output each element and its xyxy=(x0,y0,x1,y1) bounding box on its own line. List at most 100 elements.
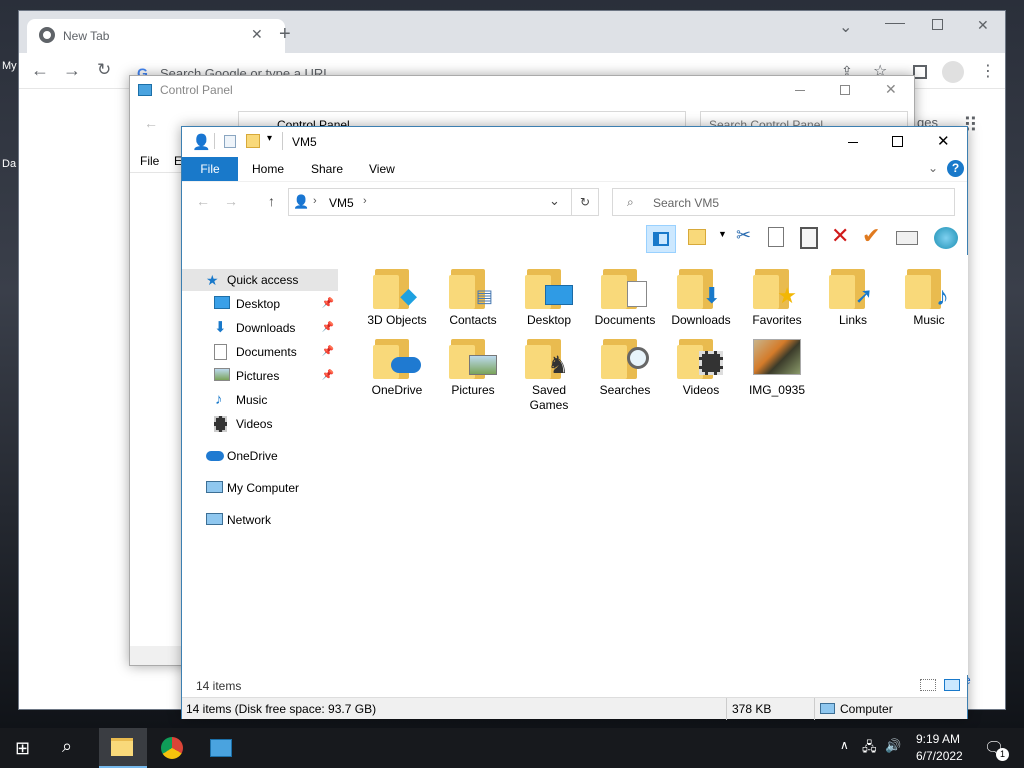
folder-icon: ▤ xyxy=(449,265,497,309)
properties-icon[interactable] xyxy=(224,135,236,148)
close-window-icon[interactable]: ✕ xyxy=(977,17,989,34)
file-item-pictures[interactable]: Pictures xyxy=(438,335,508,398)
maximize-icon[interactable] xyxy=(840,85,850,95)
new-tab-plus-icon[interactable]: + xyxy=(279,23,291,46)
close-icon[interactable]: ✕ xyxy=(251,26,263,43)
pin-icon[interactable]: 📌 xyxy=(322,293,334,315)
file-item-label: Saved Games xyxy=(529,383,569,412)
file-item-img-0935[interactable]: IMG_0935 xyxy=(742,335,812,398)
user-icon: 👤 xyxy=(293,194,310,209)
file-item-saved-games[interactable]: ♞ Saved Games xyxy=(514,335,584,413)
address-dropdown-icon[interactable]: ⌄ xyxy=(549,193,560,209)
control-panel-icon[interactable] xyxy=(210,739,232,757)
clock-date[interactable]: 6/7/2022 xyxy=(916,749,963,763)
pin-icon[interactable]: 📌 xyxy=(322,317,334,339)
chrome-tab-new-tab[interactable]: New Tab ✕ xyxy=(27,19,285,53)
pin-icon[interactable]: 📌 xyxy=(322,365,334,387)
file-item-onedrive[interactable]: OneDrive xyxy=(362,335,432,398)
file-item-links[interactable]: ➚ Links xyxy=(818,265,888,328)
nav-item-pictures[interactable]: Pictures 📌 xyxy=(182,365,338,387)
forward-arrow-icon[interactable]: → xyxy=(63,60,81,81)
large-icons-view-icon[interactable] xyxy=(944,679,960,691)
chevron-down-icon[interactable]: ⌄ xyxy=(839,17,852,37)
file-item-music[interactable]: ♪ Music xyxy=(894,265,964,328)
nav-item-onedrive[interactable]: OneDrive xyxy=(182,445,338,467)
cut-scissors-icon[interactable]: ✂ xyxy=(736,225,751,246)
back-arrow-icon[interactable]: ← xyxy=(31,60,49,81)
minimize-icon[interactable] xyxy=(795,90,805,91)
menu-file[interactable]: File xyxy=(140,154,159,168)
checkmark-icon[interactable]: ✔ xyxy=(862,223,880,249)
up-arrow-icon[interactable]: ↑ xyxy=(268,193,275,209)
side-panel-icon[interactable] xyxy=(913,65,927,79)
user-icon: 👤 xyxy=(192,134,211,151)
file-item-favorites[interactable]: ★ Favorites xyxy=(742,265,812,328)
file-item-desktop[interactable]: Desktop xyxy=(514,265,584,328)
network-tray-icon[interactable]: 🖧 xyxy=(862,738,877,760)
close-icon[interactable]: ✕ xyxy=(885,81,897,98)
file-item-label: Contacts xyxy=(449,313,497,327)
back-arrow-icon[interactable]: ← xyxy=(144,115,158,131)
file-item-documents[interactable]: Documents xyxy=(590,265,660,328)
reload-icon[interactable]: ↻ xyxy=(97,60,111,80)
ribbon-tab-view[interactable]: View xyxy=(369,157,395,181)
file-item-3d-objects[interactable]: ◆ 3D Objects xyxy=(362,265,432,328)
nav-item-documents[interactable]: Documents 📌 xyxy=(182,341,338,363)
menu-dots-icon[interactable]: ⋮ xyxy=(980,61,996,81)
maximize-icon[interactable] xyxy=(932,19,943,30)
download-arrow-icon: ⬇ xyxy=(702,283,721,308)
rename-icon[interactable] xyxy=(896,231,918,245)
nav-item-network[interactable]: Network xyxy=(182,509,338,531)
ribbon-expand-chevron-icon[interactable]: ⌄ xyxy=(928,161,938,175)
nav-label: Desktop xyxy=(236,297,281,311)
show-hidden-icons-chevron[interactable]: ∧ xyxy=(840,738,849,752)
details-view-icon[interactable] xyxy=(920,679,936,691)
network-icon xyxy=(206,513,223,525)
new-folder-icon[interactable] xyxy=(246,134,260,148)
file-item-downloads[interactable]: ⬇ Downloads xyxy=(666,265,736,328)
control-panel-title: Control Panel xyxy=(160,83,233,97)
breadcrumb-separator-icon[interactable]: › xyxy=(363,195,367,207)
maximize-icon[interactable] xyxy=(892,136,903,147)
quick-access-toolbar-dropdown-icon[interactable]: ▾ xyxy=(267,133,272,144)
pin-icon[interactable]: 📌 xyxy=(322,341,334,363)
close-icon[interactable]: ✕ xyxy=(937,132,950,150)
nav-item-videos[interactable]: Videos xyxy=(182,413,338,435)
nav-item-desktop[interactable]: Desktop 📌 xyxy=(182,293,338,315)
windows-start-icon[interactable]: ⊞ xyxy=(15,738,30,759)
nav-item-music[interactable]: ♪ Music xyxy=(182,389,338,411)
file-item-videos[interactable]: Videos xyxy=(666,335,736,398)
ribbon-tab-share[interactable]: Share xyxy=(311,157,343,181)
ribbon-tab-home[interactable]: Home xyxy=(252,157,284,181)
taskbar-explorer-button[interactable] xyxy=(99,728,147,768)
search-icon[interactable]: ⌕ xyxy=(62,736,72,757)
folder-options-dropdown-icon[interactable]: ▼ xyxy=(718,229,727,239)
back-arrow-icon[interactable]: ← xyxy=(196,193,210,209)
refresh-button[interactable]: ↻ xyxy=(571,188,599,216)
file-item-searches[interactable]: Searches xyxy=(590,335,660,398)
file-item-contacts[interactable]: ▤ Contacts xyxy=(438,265,508,328)
delete-x-icon[interactable]: ✕ xyxy=(831,223,849,249)
preview-pane-button[interactable] xyxy=(646,225,676,253)
chrome-logo-icon xyxy=(39,27,55,43)
file-item-label: Desktop xyxy=(526,313,572,327)
explorer-search-input[interactable]: ⌕ Search VM5 xyxy=(612,188,955,216)
ribbon-tab-file[interactable]: File xyxy=(182,157,238,181)
minimize-icon[interactable] xyxy=(885,23,905,24)
volume-icon[interactable]: 🔊 xyxy=(885,738,901,754)
chrome-icon[interactable] xyxy=(161,737,183,759)
explorer-address-bar[interactable]: 👤 › VM5 › ⌄ xyxy=(288,188,572,216)
profile-avatar-icon[interactable] xyxy=(942,61,964,83)
folder-options-icon[interactable] xyxy=(688,229,706,245)
copy-icon[interactable] xyxy=(768,227,784,247)
nav-item-downloads[interactable]: ⬇ Downloads 📌 xyxy=(182,317,338,339)
clock-time[interactable]: 9:19 AM xyxy=(916,732,960,746)
globe-icon[interactable] xyxy=(934,227,958,249)
nav-item-my-computer[interactable]: My Computer xyxy=(182,477,338,499)
minimize-icon[interactable] xyxy=(848,142,858,143)
address-segment[interactable]: VM5 xyxy=(329,196,354,210)
forward-arrow-icon[interactable]: → xyxy=(224,193,238,209)
nav-item-quick-access[interactable]: ★ Quick access xyxy=(182,269,338,291)
help-icon[interactable]: ? xyxy=(947,160,964,177)
paste-clipboard-icon[interactable] xyxy=(800,227,818,249)
